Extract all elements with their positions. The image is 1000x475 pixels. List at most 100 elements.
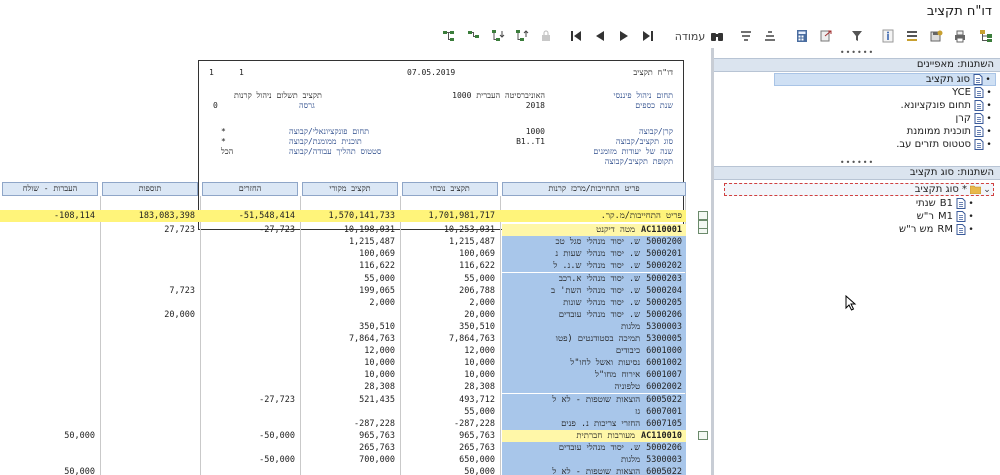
col-header-transfers[interactable]: העברות - שולח <box>2 182 98 196</box>
cell-additions <box>100 442 198 454</box>
cell-returns <box>200 321 298 333</box>
cell-current: 116,622 <box>459 261 495 272</box>
item-name: מלגות <box>620 321 641 332</box>
table-row[interactable]: 7,864,763 7,864,763 5300005 תמיכה בסטודנטים… <box>0 333 686 345</box>
attribute-item[interactable]: • YCE <box>952 86 994 99</box>
tree-node[interactable]: • B1 שנתי <box>916 197 976 210</box>
cell-additions: 183,083,398 <box>138 211 195 221</box>
cell-additions <box>100 248 198 260</box>
prev-page-icon[interactable] <box>592 27 608 45</box>
item-name: תמיכה בסטודנטים (פטו <box>555 334 641 344</box>
table-row[interactable]: 20,000 20,000 5000206 ש. יסוד מנהלי עובדים <box>0 308 686 321</box>
cell-original: 100,069 <box>359 249 395 260</box>
tree-root[interactable]: ⌄ * סוג תקציב <box>724 183 994 196</box>
table-row[interactable]: 1,215,487 1,215,487 5000200 ש. יסוד מנהלי ס… <box>0 236 686 249</box>
table-row[interactable]: 12,000 12,000 6001000 כיבודים <box>0 345 686 358</box>
table-row[interactable]: 116,622 116,622 5000202 ש. יסוד מנהלי ש.נ. … <box>0 260 686 273</box>
col-header-returns[interactable]: החזרים <box>202 182 298 196</box>
attribute-item[interactable]: • סטטוס תזרים עב. <box>896 138 994 151</box>
attribute-label: קרן <box>955 113 971 124</box>
save-view-icon[interactable] <box>928 27 944 45</box>
tree-node[interactable]: • RM מש ר"ש <box>899 223 976 236</box>
field-label: שנה של יעודות מזומנים <box>593 147 673 156</box>
col-header-additions[interactable]: תוספות <box>102 182 198 196</box>
col-header-name[interactable]: פריט התחייבות/מרכז קרנות <box>502 182 686 196</box>
sort-desc-icon[interactable] <box>738 27 754 45</box>
cell-name: 5000203 ש. יסוד מנהלי א.רכב <box>502 272 686 285</box>
table-row[interactable]: -287,228 -287,228 6007105 החזרי צריכות נ. פ… <box>0 417 686 430</box>
cell-returns: -50,000 <box>259 430 295 441</box>
attribute-label: YCE <box>952 87 971 98</box>
table-row[interactable]: 2,000 2,000 5000205 ש. יסוד מנהלי שונות <box>0 296 686 309</box>
fund-center-row[interactable]: 50,000 -50,000 965,763 965,763 AC110010 מעורב… <box>0 429 686 442</box>
table-row[interactable]: 265,763 265,763 5000206 ש. יסוד מנהלי עובדי… <box>0 441 686 454</box>
binoculars-icon[interactable] <box>709 27 725 45</box>
settings-tree-icon[interactable] <box>978 27 994 45</box>
hierarchy-expand-icon[interactable] <box>441 27 457 45</box>
hierarchy-up-icon[interactable] <box>514 27 530 45</box>
table-row[interactable]: -27,723 521,435 493,712 6005022 הוצאות שוטפו… <box>0 393 686 406</box>
cell-additions <box>100 406 198 418</box>
table-row[interactable]: 28,308 28,308 6002002 טלפוניה <box>0 381 686 394</box>
splitter-handle[interactable]: •••••• <box>714 49 1000 57</box>
cell-current: 2,000 <box>469 297 495 308</box>
cell-transfers <box>0 309 98 321</box>
field-value: 2018 <box>525 101 545 110</box>
calculator-icon[interactable] <box>794 27 810 45</box>
drilldown-icon[interactable] <box>698 220 708 229</box>
table-row[interactable]: 350,510 350,510 5300003 מלגות <box>0 320 686 333</box>
drilldown-icon[interactable] <box>698 211 708 220</box>
col-header-original[interactable]: תקציב מקורי <box>302 182 398 196</box>
hierarchy-down-icon[interactable] <box>490 27 506 45</box>
fund-center-row[interactable]: 27,723 -27,723 10,198,031 10,253,031 AC11000… <box>0 224 686 237</box>
attribute-item[interactable]: • סוג תקציב <box>774 73 996 86</box>
toolbar: עמודה <box>0 24 1000 48</box>
info-icon[interactable] <box>880 27 896 45</box>
first-page-icon[interactable] <box>568 27 584 45</box>
cell-name: 5000202 ש. יסוד מנהלי ש.נ. ל <box>502 260 686 273</box>
cell-transfers <box>0 394 98 406</box>
table-row[interactable]: -50,000 700,000 650,000 5300003 מלגות <box>0 454 686 466</box>
cell-returns: -27,723 <box>259 394 295 405</box>
hierarchy-collapse-icon[interactable] <box>466 27 482 45</box>
attribute-item[interactable]: • תחום פונקציונא. <box>901 99 994 112</box>
table-row[interactable]: 7,723 199,065 206,788 5000204 ש. יסוד מנהלי … <box>0 284 686 297</box>
page-number-b: 1 <box>239 68 244 77</box>
col-header-current[interactable]: תקציב נוכחי <box>402 182 498 196</box>
sort-asc-icon[interactable] <box>762 27 778 45</box>
table-row[interactable]: 100,069 100,069 5000201 ש. יסוד מנהלי שעות … <box>0 248 686 261</box>
attribute-item[interactable]: • קרן <box>956 112 994 125</box>
cell-returns <box>200 297 298 309</box>
attribute-item[interactable]: • תוכנית ממומנת <box>907 125 994 138</box>
cell-returns: -51,548,414 <box>238 211 295 221</box>
table-row[interactable]: 55,000 55,000 5000203 ש. יסוד מנהלי א.רכב <box>0 272 686 285</box>
cell-name: 5000200 ש. יסוד מנהלי סגל טכ <box>502 236 686 249</box>
cell-transfers <box>0 345 98 357</box>
next-page-icon[interactable] <box>616 27 632 45</box>
total-row[interactable]: -108,114 183,083,398 -51,548,414 1,570,141,… <box>0 210 686 222</box>
table-row[interactable]: 10,000 10,000 6001002 נסיעות ואשל לחו"ל <box>0 357 686 370</box>
cell-additions <box>100 418 198 430</box>
chevron-down-icon[interactable]: ⌄ <box>981 185 993 195</box>
layout-icon[interactable] <box>904 27 920 45</box>
table-row[interactable]: 50,000 50,000 6005022 הוצאות שוטפות - לא ל <box>0 466 686 475</box>
last-page-icon[interactable] <box>640 27 656 45</box>
cell-current: 10,000 <box>464 358 495 369</box>
cell-returns <box>200 309 298 321</box>
cell-original: 10,000 <box>364 370 395 381</box>
cell-returns: -27,723 <box>259 225 295 236</box>
print-icon[interactable] <box>952 27 968 45</box>
drilldown-icon[interactable] <box>698 430 708 440</box>
tree-node[interactable]: • M1 ר"ש <box>917 210 976 223</box>
item-code: 5000204 <box>646 285 682 296</box>
table-row[interactable]: 55,000 6007001 גז <box>0 405 686 418</box>
filter-icon[interactable] <box>849 27 865 45</box>
field-label: סוג תקציב/קבוצה <box>615 137 673 146</box>
cell-original: 10,198,031 <box>343 225 395 236</box>
cell-name: 5000206 ש. יסוד מנהלי עובדים <box>502 441 686 454</box>
table-row[interactable]: 10,000 10,000 6001007 אירוח מחו"ל <box>0 369 686 382</box>
cell-returns <box>200 333 298 345</box>
export-icon[interactable] <box>818 27 834 45</box>
item-name: נסיעות ואשל לחו"ל <box>570 358 641 369</box>
attributes-panel-title: השתנות: מאפיינים <box>714 58 1000 72</box>
